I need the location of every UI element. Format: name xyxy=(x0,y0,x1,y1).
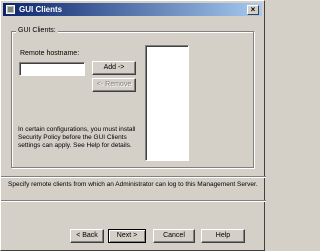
add-button[interactable]: Add -> xyxy=(92,61,136,75)
next-button[interactable]: Next > xyxy=(108,229,146,243)
separator-top xyxy=(1,176,266,178)
groupbox-legend: GUI Clients: xyxy=(16,26,58,36)
app-icon xyxy=(6,5,15,14)
next-button-label: Next > xyxy=(116,232,138,239)
remove-button-label: <- Remove xyxy=(96,81,132,88)
remote-hostname-label: Remote hostname: xyxy=(20,50,80,57)
gui-clients-list[interactable] xyxy=(145,45,189,161)
help-button[interactable]: Help xyxy=(201,229,245,243)
close-button[interactable]: × xyxy=(247,5,259,15)
wizard-dialog: GUI Clients × GUI Clients: Remote hostna… xyxy=(0,0,266,251)
window-title: GUI Clients xyxy=(19,5,63,14)
add-button-label: Add -> xyxy=(103,64,125,71)
page-description: Specify remote clients from which an Adm… xyxy=(8,181,258,188)
remove-button[interactable]: <- Remove xyxy=(92,78,136,92)
title-bar[interactable]: GUI Clients × xyxy=(3,3,262,16)
remote-hostname-input[interactable] xyxy=(19,62,85,76)
cancel-button-label: Cancel xyxy=(163,232,185,239)
security-policy-note: In certain configurations, you must inst… xyxy=(18,126,136,149)
help-button-label: Help xyxy=(215,232,231,239)
back-button[interactable]: < Back xyxy=(70,229,104,243)
back-button-label: < Back xyxy=(76,232,98,239)
cancel-button[interactable]: Cancel xyxy=(153,229,195,243)
separator-bottom xyxy=(1,200,266,202)
